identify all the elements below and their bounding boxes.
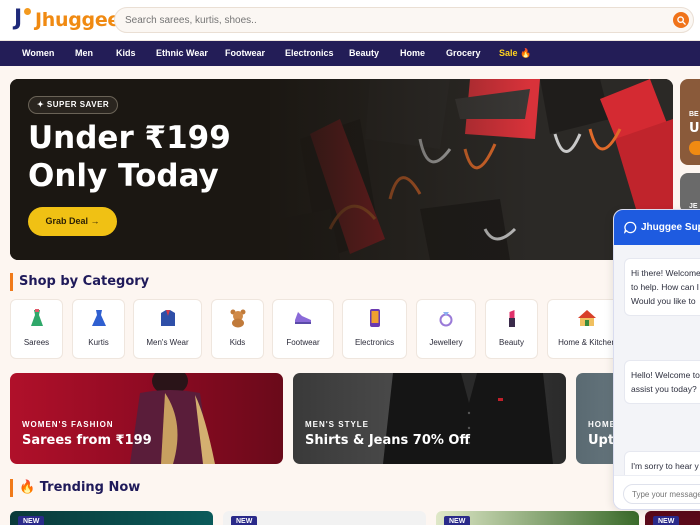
teddy-bear-icon: [230, 309, 245, 328]
category-jewellery[interactable]: Jewellery: [416, 299, 476, 359]
chat-message-input[interactable]: [623, 484, 700, 504]
category-label: Men's Wear: [146, 338, 189, 347]
nav-item-electronics[interactable]: Electronics: [285, 41, 334, 66]
promo-kicker: HOME: [588, 420, 616, 429]
category-label: Kids: [229, 338, 246, 347]
category-label: Kurtis: [88, 338, 109, 347]
phone-icon: [369, 309, 380, 327]
saree-model-image: [130, 373, 215, 464]
promo-kicker: WOMEN'S FASHION: [22, 420, 114, 429]
promo-title: Shirts & Jeans 70% Off: [305, 433, 470, 448]
lipstick-icon: [508, 310, 515, 327]
promo-title: Upt: [588, 433, 615, 448]
hero-subheadline: Only Today: [28, 158, 219, 194]
category-kids[interactable]: Kids: [211, 299, 264, 359]
nav-item-women[interactable]: Women: [22, 41, 54, 66]
search-input[interactable]: [125, 8, 645, 32]
support-chat-widget: Jhuggee Support Hi there! Welcome to hel…: [613, 209, 700, 510]
chat-messages: Hi there! Welcome to help. How can I Wou…: [614, 245, 700, 481]
category-label: Electronics: [354, 338, 395, 347]
category-nav: Women Men Kids Ethnic Wear Footwear Elec…: [0, 41, 700, 66]
nav-item-ethnic-wear[interactable]: Ethnic Wear: [156, 41, 208, 66]
category-sarees[interactable]: Sarees: [10, 299, 63, 359]
category-mens-wear[interactable]: Men's Wear: [133, 299, 202, 359]
house-icon: [578, 310, 596, 326]
category-beauty[interactable]: Beauty: [485, 299, 538, 359]
chat-title: Jhuggee Support: [641, 222, 700, 233]
trending-card[interactable]: NEW: [436, 511, 639, 525]
grab-deal-button[interactable]: Grab Deal →: [28, 207, 117, 236]
trending-card[interactable]: NEW: [223, 511, 426, 525]
logo[interactable]: J Jhuggee: [12, 6, 120, 32]
chat-input-area: [614, 475, 700, 509]
nav-item-grocery[interactable]: Grocery: [446, 41, 481, 66]
new-badge: NEW: [444, 516, 471, 525]
hero-headline: Under ₹199: [28, 120, 231, 156]
top-bar: J Jhuggee: [0, 0, 700, 41]
shirt-icon: [160, 310, 175, 326]
chat-message: Hi there! Welcome to help. How can I Wou…: [624, 258, 700, 316]
promo-mens-style[interactable]: MEN'S STYLE Shirts & Jeans 70% Off: [293, 373, 566, 464]
side-banner-kicker: BE: [689, 111, 699, 118]
new-badge: NEW: [231, 516, 258, 525]
nav-item-home[interactable]: Home: [400, 41, 425, 66]
dress-icon: [91, 310, 106, 326]
category-footwear[interactable]: Footwear: [272, 299, 334, 359]
category-label: Jewellery: [429, 338, 463, 347]
ring-icon: [439, 312, 453, 327]
super-saver-badge: ✦ SUPER SAVER: [28, 96, 119, 114]
chat-bubble-icon: [624, 221, 637, 234]
trending-card[interactable]: NEW: [10, 511, 213, 525]
mens-shirt-model-image: [383, 373, 553, 464]
nav-item-beauty[interactable]: Beauty: [349, 41, 379, 66]
trending-card[interactable]: NEW: [645, 511, 700, 525]
chat-header[interactable]: Jhuggee Support: [614, 210, 700, 245]
chat-message: Hello! Welcome to assist you today?: [624, 360, 700, 404]
search-icon[interactable]: [673, 12, 689, 28]
hero-banner[interactable]: ✦ SUPER SAVER Under ₹199 Only Today Grab…: [10, 79, 673, 260]
shop-by-category-title: Shop by Category: [10, 273, 149, 291]
promo-womens-fashion[interactable]: WOMEN'S FASHION Sarees from ₹199: [10, 373, 283, 464]
category-label: Footwear: [286, 338, 320, 347]
side-banner-card[interactable]: BE U: [680, 79, 700, 165]
side-banner-title: U: [689, 121, 700, 136]
logo-mark-icon: J: [12, 6, 32, 32]
new-badge: NEW: [653, 516, 680, 525]
nav-item-men[interactable]: Men: [75, 41, 93, 66]
nav-item-footwear[interactable]: Footwear: [225, 41, 265, 66]
category-label: Sarees: [23, 338, 50, 347]
category-kurtis[interactable]: Kurtis: [72, 299, 125, 359]
search-bar: [114, 7, 694, 33]
dress-icon: [30, 309, 43, 326]
nav-item-kids[interactable]: Kids: [116, 41, 136, 66]
category-electronics[interactable]: Electronics: [342, 299, 407, 359]
trending-now-title: 🔥 Trending Now: [10, 479, 140, 497]
shoe-icon: [295, 312, 311, 324]
side-banner-card-2[interactable]: JE: [680, 173, 700, 213]
nav-item-sale[interactable]: Sale 🔥: [499, 41, 531, 66]
new-badge: NEW: [18, 516, 45, 525]
promo-kicker: MEN'S STYLE: [305, 420, 370, 429]
category-label: Beauty: [499, 338, 524, 347]
side-banner-button[interactable]: [689, 141, 700, 155]
logo-text: Jhuggee: [35, 9, 120, 31]
promo-title: Sarees from ₹199: [22, 433, 152, 448]
